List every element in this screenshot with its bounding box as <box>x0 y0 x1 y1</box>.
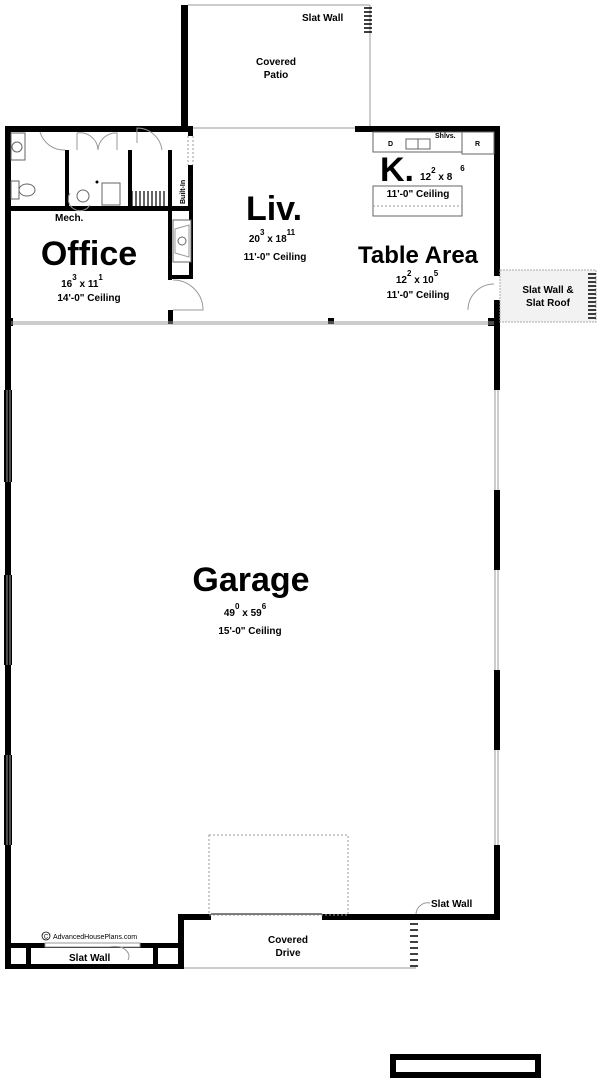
room-name: Liv. <box>246 190 302 228</box>
slat-wall-right-label: Slat Wall <box>431 899 473 910</box>
slat-wall-bottom-label: Slat Wall <box>69 953 111 964</box>
slat-wall-top-label: Slat Wall <box>302 13 344 24</box>
scale-bar <box>390 1054 541 1078</box>
room-office: Office 163 x 111 14'-0" Ceiling <box>41 235 137 304</box>
covered-patio-label: Covered <box>256 57 296 68</box>
watermark: C AdvancedHousePlans.com <box>41 931 137 941</box>
dishwasher-label: D <box>388 141 393 148</box>
refrigerator-label: R <box>475 141 480 148</box>
room-dimensions: 203 x 1811 <box>249 228 296 245</box>
slat-wall-roof-label: Slat Wall & <box>522 285 573 296</box>
room-name: Office <box>41 235 137 273</box>
room-ceiling: 11'-0" Ceiling <box>244 252 307 263</box>
room-name: Table Area <box>358 242 479 269</box>
room-dimensions: 122 x 86 <box>420 164 465 183</box>
slat-wall-hatch <box>364 7 372 33</box>
covered-drive-label: Covered <box>268 935 308 946</box>
watermark-text: AdvancedHousePlans.com <box>53 934 137 941</box>
room-dimensions: 490 x 596 <box>224 602 267 619</box>
room-dimensions: 163 x 111 <box>61 273 103 290</box>
built-in-label: Built-In <box>180 180 187 204</box>
room-ceiling: 14'-0" Ceiling <box>57 293 120 304</box>
room-garage: Garage 490 x 596 15'-0" Ceiling <box>192 561 309 637</box>
copyright-icon: C <box>44 935 49 941</box>
room-ceiling: 11'-0" Ceiling <box>387 290 450 301</box>
room-name: Garage <box>192 561 309 599</box>
covered-patio: Slat Wall Covered Patio <box>181 4 372 129</box>
room-table-area: Table Area 122 x 105 11'-0" Ceiling <box>358 242 479 301</box>
mech-label: Mech. <box>55 213 84 224</box>
room-dimensions: 122 x 105 <box>396 269 439 286</box>
floor-plan: Slat Wall Covered Patio Office 163 x 111… <box>4 4 597 1078</box>
covered-patio-label-2: Patio <box>264 70 288 81</box>
covered-drive-label-2: Drive <box>275 948 300 959</box>
room-ceiling: 15'-0" Ceiling <box>218 626 281 637</box>
room-living: Liv. 203 x 1811 11'-0" Ceiling <box>244 190 307 263</box>
shelves-label: Shlvs. <box>435 133 456 140</box>
slat-wall-roof-label-2: Slat Roof <box>526 298 571 309</box>
room-ceiling: 11'-0" Ceiling <box>387 189 450 200</box>
room-name: K. <box>380 151 414 189</box>
